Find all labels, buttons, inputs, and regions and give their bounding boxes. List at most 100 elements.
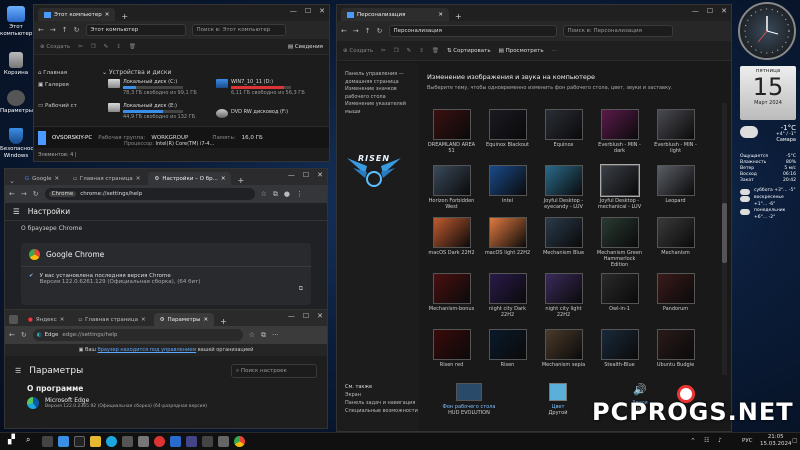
theme-item[interactable]: Mechanism Green Hammerlock Edition bbox=[595, 217, 644, 268]
menu-icon[interactable]: ··· bbox=[272, 331, 279, 339]
collections-icon[interactable]: ⧉ bbox=[261, 331, 266, 340]
drive-c[interactable]: Локальный диск (C:) 78,3 ГБ свободно из 9… bbox=[108, 79, 197, 96]
close-icon[interactable]: ✕ bbox=[438, 12, 443, 18]
back-icon[interactable]: ← bbox=[9, 331, 15, 339]
widgets-icon[interactable] bbox=[58, 436, 69, 447]
clock[interactable]: 21:05 15.03.2024 bbox=[760, 434, 792, 448]
edge-taskbar-icon[interactable] bbox=[106, 436, 117, 447]
theme-item[interactable]: DREAMLAND AREA 51 bbox=[427, 109, 476, 155]
store-icon[interactable] bbox=[122, 436, 133, 447]
delete-icon[interactable]: 🗑 bbox=[432, 48, 439, 54]
desktop-icon-recycle-bin[interactable]: Корзина bbox=[0, 52, 32, 77]
theme-item[interactable]: Leopard bbox=[651, 165, 700, 205]
maximize-icon[interactable]: ☐ bbox=[303, 171, 309, 179]
theme-item[interactable]: Mechanism Blue bbox=[539, 217, 588, 257]
close-icon[interactable]: ✕ bbox=[141, 317, 146, 323]
see-also-display-link[interactable]: Экран bbox=[345, 391, 418, 399]
tab-search-icon[interactable]: ⌄ bbox=[9, 177, 15, 185]
app-icon[interactable] bbox=[186, 436, 197, 447]
desktop-background-setting[interactable]: Фон рабочего стола HUD EVOLUTION bbox=[439, 383, 499, 431]
nav-item-desktop[interactable]: ▭ Рабочий ст bbox=[34, 91, 96, 112]
theme-item[interactable]: Mechanism-bonus bbox=[427, 273, 476, 313]
refresh-icon[interactable]: ↻ bbox=[74, 26, 80, 34]
see-also-taskbar-link[interactable]: Панель задач и навигация bbox=[345, 399, 418, 407]
theme-item[interactable]: Joyful Desktop - eyecandy - LUV bbox=[539, 165, 588, 211]
rename-icon[interactable]: ✎ bbox=[104, 44, 109, 50]
minimize-icon[interactable]: — bbox=[288, 171, 295, 179]
theme-item[interactable]: Pandorum bbox=[651, 273, 700, 313]
theme-item[interactable]: Equinox bbox=[539, 109, 588, 149]
view-button[interactable]: ▤ Просмотреть bbox=[499, 48, 544, 54]
theme-item[interactable]: macOS light 22H2 bbox=[483, 217, 532, 257]
edge-settings-search[interactable]: ⌕ Поиск настроек bbox=[231, 364, 317, 378]
edge-tab-yandex[interactable]: ● Яндекс ✕ bbox=[22, 313, 70, 326]
refresh-icon[interactable]: ↻ bbox=[21, 331, 27, 339]
cut-icon[interactable]: ✂ bbox=[78, 44, 83, 50]
drive-e[interactable]: Локальный диск (E:) 44,9 ГБ свободно из 1… bbox=[108, 103, 195, 120]
theme-item[interactable]: Mechanism bbox=[651, 217, 700, 257]
share-icon[interactable]: ⇪ bbox=[116, 44, 121, 50]
app-icon[interactable] bbox=[218, 436, 229, 447]
menu-icon[interactable]: ⋮ bbox=[296, 190, 303, 198]
back-icon[interactable]: ← bbox=[38, 26, 44, 34]
rename-icon[interactable]: ✎ bbox=[407, 48, 412, 54]
maximize-icon[interactable]: ☐ bbox=[707, 7, 713, 15]
forward-icon[interactable]: → bbox=[21, 190, 27, 198]
sort-button[interactable]: ⇅ Сортировать bbox=[447, 48, 491, 54]
details-button[interactable]: ▤ Сведения bbox=[288, 44, 323, 50]
maximize-icon[interactable]: ☐ bbox=[305, 7, 311, 15]
start-icon[interactable]: ▞ bbox=[8, 435, 19, 446]
share-icon[interactable]: ⇪ bbox=[419, 48, 424, 54]
theme-item[interactable]: macOS Dark 22H2 bbox=[427, 217, 476, 257]
forward-icon[interactable]: → bbox=[50, 26, 56, 34]
refresh-icon[interactable]: ↻ bbox=[377, 27, 383, 35]
close-icon[interactable]: ✕ bbox=[55, 176, 60, 182]
close-window-icon[interactable]: ✕ bbox=[721, 7, 727, 15]
explorer-address-input[interactable]: Этот компьютер bbox=[85, 24, 186, 36]
copy-icon[interactable]: ❐ bbox=[394, 48, 399, 54]
up-icon[interactable]: ↑ bbox=[365, 27, 371, 35]
theme-item[interactable]: Owl-in-1 bbox=[595, 273, 644, 313]
close-window-icon[interactable]: ✕ bbox=[317, 171, 323, 179]
chrome-tab-settings[interactable]: ⚙ Настройки – О бр... ✕ bbox=[148, 172, 232, 185]
minimize-icon[interactable]: — bbox=[290, 7, 297, 15]
edge-address-bar[interactable]: ◐ Edge edge://settings/help bbox=[32, 329, 243, 341]
menu-icon[interactable]: ☰ bbox=[13, 207, 20, 216]
desktop-icon-this-pc[interactable]: Этот компьютер bbox=[0, 6, 32, 37]
personalization-tab[interactable]: Персонализация ✕ bbox=[341, 8, 449, 21]
refresh-icon[interactable]: ↻ bbox=[33, 190, 39, 198]
close-window-icon[interactable]: ✕ bbox=[317, 312, 323, 320]
forward-icon[interactable]: → bbox=[353, 27, 359, 35]
edge-tab-settings[interactable]: ⚙ Параметры ✕ bbox=[153, 313, 215, 326]
explorer-tab[interactable]: Этот компьютер ✕ bbox=[38, 8, 116, 21]
task-view-icon[interactable] bbox=[42, 436, 53, 447]
close-icon[interactable]: ✕ bbox=[60, 317, 65, 323]
theme-item[interactable]: Everblush - MIN - dark bbox=[595, 109, 644, 155]
menu-icon[interactable]: ☰ bbox=[15, 367, 21, 375]
yandex-taskbar-icon[interactable] bbox=[154, 436, 165, 447]
copy-icon[interactable]: ❐ bbox=[91, 44, 96, 50]
new-tab-button[interactable]: + bbox=[455, 12, 462, 21]
up-icon[interactable]: ↑ bbox=[62, 26, 68, 34]
managed-link[interactable]: браузер находится под управлением bbox=[98, 347, 197, 353]
terminal-icon[interactable] bbox=[74, 436, 85, 447]
create-button[interactable]: ⊕ Создать bbox=[343, 48, 373, 54]
minimize-icon[interactable]: — bbox=[692, 7, 699, 15]
external-link-icon[interactable]: ⧉ bbox=[299, 285, 303, 293]
cut-icon[interactable]: ✂ bbox=[381, 48, 386, 54]
desktop-icon-settings[interactable]: Параметры bbox=[0, 90, 33, 115]
theme-item[interactable]: Stealth-Blue bbox=[595, 329, 644, 369]
control-panel-icon[interactable] bbox=[202, 436, 213, 447]
chrome-tab-home[interactable]: ▫ Главная страница ✕ bbox=[67, 172, 146, 185]
desktop-icon-windows-security[interactable]: Безопасность Windows bbox=[0, 128, 40, 159]
personalization-address-input[interactable]: Персонализация bbox=[388, 25, 557, 37]
close-icon[interactable]: ✕ bbox=[105, 12, 110, 18]
color-setting[interactable]: Цвет Другой bbox=[535, 383, 581, 431]
theme-item[interactable]: night city Dark 22H2 bbox=[483, 273, 532, 319]
drive-f[interactable]: DVD RW дисковод (F:) bbox=[216, 109, 288, 118]
settings-taskbar-icon[interactable] bbox=[138, 436, 149, 447]
back-icon[interactable]: ← bbox=[9, 190, 15, 198]
personalization-search-input[interactable]: Поиск в: Персонализация bbox=[562, 25, 673, 37]
tray-chevron-icon[interactable]: ⌃ bbox=[690, 437, 696, 445]
close-window-icon[interactable]: ✕ bbox=[319, 7, 325, 15]
